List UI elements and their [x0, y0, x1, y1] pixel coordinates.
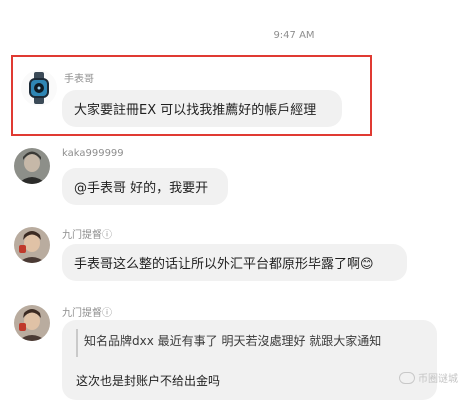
sender-name[interactable]: 九门提督ⓘ	[62, 226, 112, 241]
avatar-watch[interactable]	[21, 70, 57, 106]
person-avatar-icon	[14, 148, 50, 184]
message-bubble-with-quote: 知名品牌dxx 最近有事了 明天若沒處理好 就跟大家通知 这次也是封账户不给出金…	[62, 320, 437, 400]
message-text: @手表哥 好的，我要开	[74, 181, 209, 196]
quote-bar	[76, 329, 78, 357]
avatar-jiumen[interactable]	[14, 227, 50, 263]
sender-name[interactable]: kaka999999	[62, 148, 124, 159]
quoted-message[interactable]: 知名品牌dxx 最近有事了 明天若沒處理好 就跟大家通知	[84, 332, 381, 349]
message-bubble: 手表哥这么整的话让所以外汇平台都原形毕露了啊😊	[62, 244, 407, 281]
watermark-text: 币圈谜城	[418, 374, 458, 385]
message-bubble: @手表哥 好的，我要开	[62, 168, 228, 205]
message-text: 手表哥这么整的话让所以外汇平台都原形毕露了啊😊	[74, 257, 374, 272]
message-timestamp: 9:47 AM	[273, 30, 315, 41]
watch-avatar-icon	[21, 70, 57, 106]
person-avatar-icon	[14, 227, 50, 263]
person-avatar-icon	[14, 305, 50, 341]
sender-name[interactable]: 手表哥	[64, 70, 94, 85]
watermark: 币圈谜城	[399, 370, 458, 385]
message-bubble: 大家要註冊EX 可以找我推薦好的帳戶經理	[62, 90, 342, 127]
avatar-kaka[interactable]	[14, 148, 50, 184]
message-text: 大家要註冊EX 可以找我推薦好的帳戶經理	[74, 103, 317, 118]
avatar-jiumen[interactable]	[14, 305, 50, 341]
sender-name[interactable]: 九门提督ⓘ	[62, 304, 112, 319]
message-text: 这次也是封账户不给出金吗	[76, 374, 221, 388]
chat-logo-icon	[399, 371, 415, 384]
